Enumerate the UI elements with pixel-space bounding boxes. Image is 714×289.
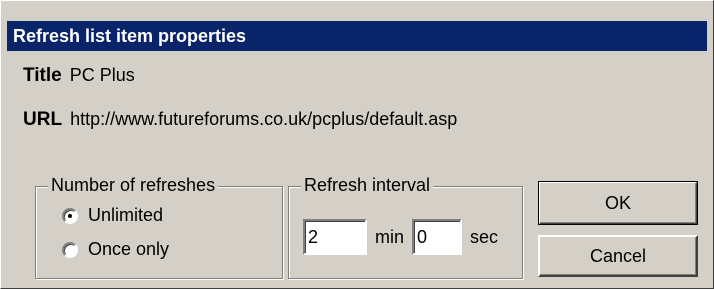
radio-unlimited[interactable]: Unlimited: [62, 205, 163, 226]
dialog-titlebar[interactable]: Refresh list item properties: [7, 21, 707, 51]
title-row: Title PC Plus: [23, 65, 135, 87]
minutes-unit-label: min: [375, 226, 405, 247]
ok-button[interactable]: OK: [538, 181, 698, 225]
number-of-refreshes-label: Number of refreshes: [48, 175, 219, 196]
interval-inputs: 2 min 0 sec: [303, 219, 506, 255]
url-value: http://www.futureforums.co.uk/pcplus/def…: [70, 109, 458, 129]
cancel-button[interactable]: Cancel: [538, 235, 698, 277]
radio-once-only[interactable]: Once only: [62, 239, 169, 260]
seconds-input[interactable]: 0: [412, 219, 463, 255]
title-label: Title: [23, 65, 62, 86]
radio-unlimited-indicator[interactable]: [62, 207, 78, 224]
radio-once-only-label[interactable]: Once only: [88, 239, 169, 260]
title-value: PC Plus: [69, 65, 135, 85]
radio-once-only-indicator[interactable]: [62, 241, 78, 258]
seconds-unit-label: sec: [470, 226, 499, 247]
radio-unlimited-label[interactable]: Unlimited: [88, 205, 163, 226]
dialog-title: Refresh list item properties: [13, 25, 247, 46]
refresh-interval-label: Refresh interval: [301, 175, 434, 196]
minutes-input[interactable]: 2: [303, 219, 367, 255]
number-of-refreshes-group: Number of refreshes Unlimited Once only: [35, 175, 283, 279]
url-row: URL http://www.futureforums.co.uk/pcplus/…: [23, 109, 457, 131]
url-label: URL: [23, 109, 63, 130]
refresh-properties-dialog: Refresh list item properties Title PC Plu…: [0, 0, 714, 289]
refresh-interval-group: Refresh interval 2 min 0 sec: [288, 175, 523, 279]
